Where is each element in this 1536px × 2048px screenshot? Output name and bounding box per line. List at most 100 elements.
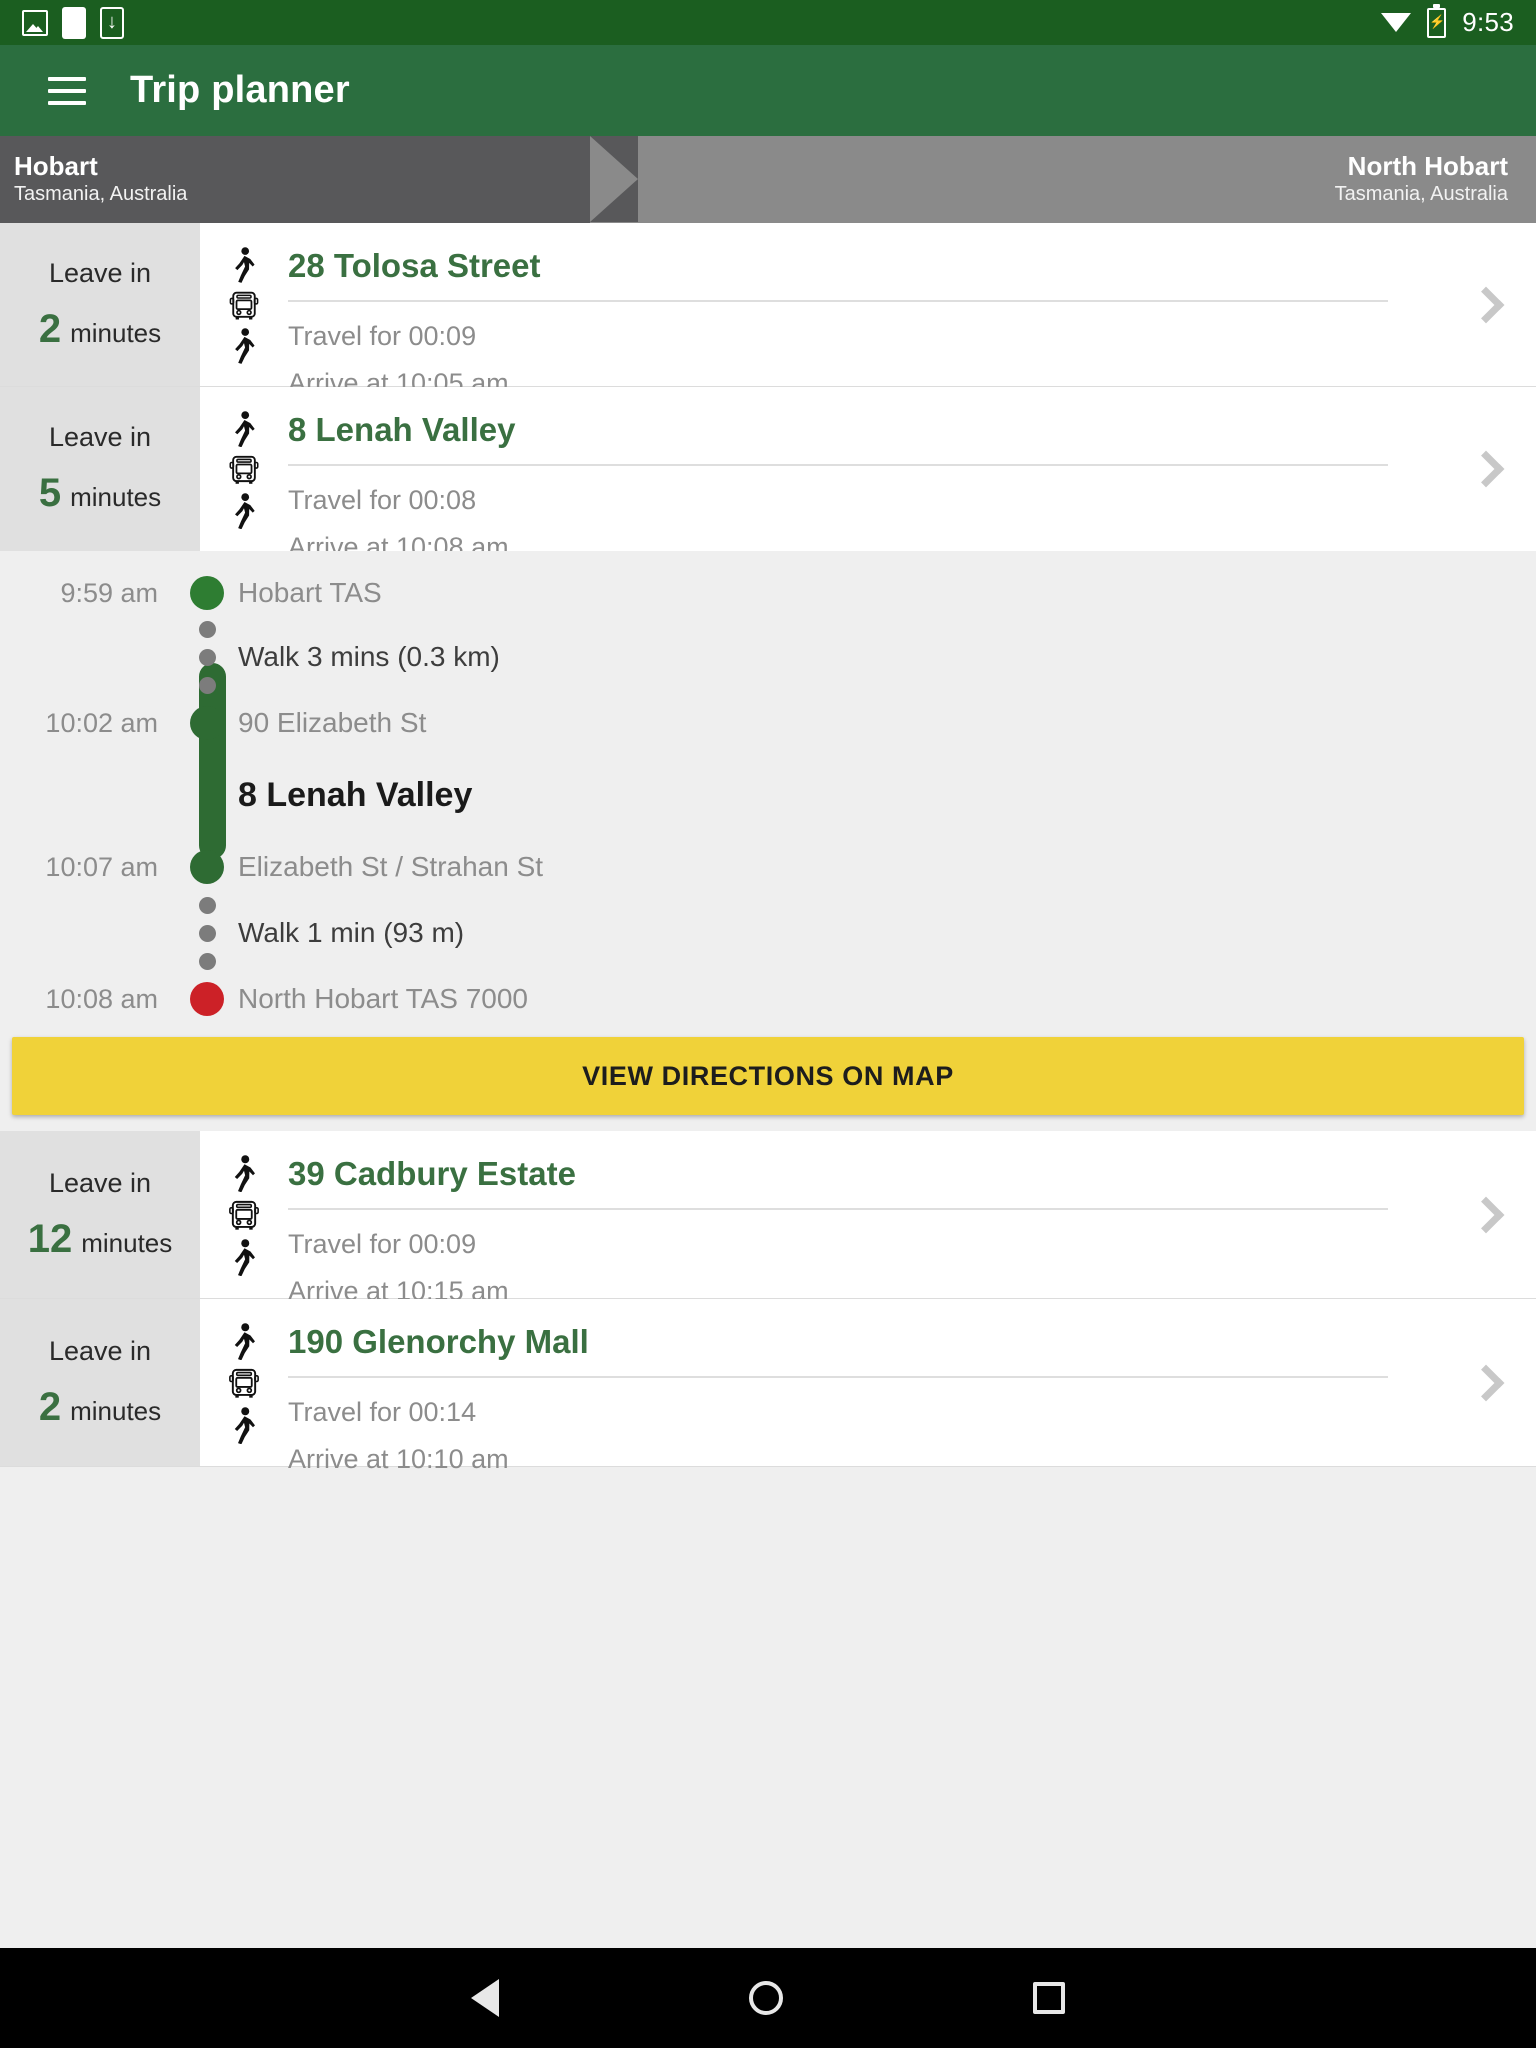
leave-in-number: 12: [27, 1216, 73, 1261]
trip-body: 8 Lenah Valley Travel for 00:08 Arrive a…: [200, 387, 1436, 562]
origin-region: Tasmania, Australia: [14, 183, 188, 206]
step-route-name: 8 Lenah Valley: [238, 775, 473, 814]
step-label: Walk 3 mins (0.3 km): [238, 641, 500, 672]
status-bar-left-icons: [22, 6, 124, 39]
status-bar-right-icons: 9:53: [1381, 3, 1514, 38]
walk-icon: [234, 1238, 255, 1276]
bus-icon: [229, 456, 259, 485]
walk-icon: [235, 492, 255, 529]
home-circle-icon[interactable]: [749, 1981, 783, 2015]
step-label: Elizabeth St / Strahan St: [238, 851, 544, 882]
walk-dot: [176, 648, 238, 666]
route-name: 190 Glenorchy Mall: [288, 1323, 589, 1360]
leave-in-block: Leave in 2 minutes: [0, 223, 200, 386]
trip-row[interactable]: Leave in 2 minutes: [0, 1299, 1536, 1474]
alight-dot: [176, 850, 238, 884]
step-label: 90 Elizabeth St: [238, 707, 427, 738]
download-to-device-icon: [100, 6, 124, 39]
route-name: 28 Tolosa Street: [288, 247, 541, 284]
travel-duration: Travel for 00:09: [288, 321, 477, 352]
walk-icon: [235, 247, 255, 283]
route-name: 8 Lenah Valley: [288, 411, 516, 448]
direction-arrow-icon: [590, 136, 638, 222]
leave-in-unit: minutes: [70, 1395, 162, 1426]
expand-trip-button[interactable]: [1436, 1131, 1536, 1298]
trip-mode-icons: [200, 245, 288, 364]
step-time: 10:07 am: [45, 851, 158, 882]
itinerary-walk-dot: [0, 893, 1536, 917]
walk-icon: [234, 1323, 255, 1361]
leave-in-label: Leave in: [48, 422, 152, 452]
itinerary-walk-dot: [0, 673, 1536, 697]
step-label: Walk 1 min (93 m): [238, 917, 465, 948]
bus-icon: [229, 1369, 259, 1399]
route-name: 39 Cadbury Estate: [288, 1155, 576, 1192]
image-icon: [22, 9, 48, 36]
board-dot: [176, 706, 238, 740]
itinerary-step: Walk 1 min (93 m): [0, 917, 1536, 949]
travel-duration: Travel for 00:14: [288, 1397, 477, 1428]
trip-row[interactable]: Leave in 12 minutes 39 Cadbury Estate Tr…: [0, 1131, 1536, 1306]
view-directions-on-map-button[interactable]: VIEW DIRECTIONS ON MAP: [12, 1037, 1524, 1115]
destination-chip[interactable]: North Hobart Tasmania, Australia: [590, 136, 1536, 223]
expand-trip-button[interactable]: [1436, 387, 1536, 551]
divider: [288, 464, 1388, 467]
end-dot: [176, 982, 238, 1016]
battery-charging-icon: [1427, 3, 1447, 38]
destination-name: North Hobart: [1347, 150, 1508, 181]
trip-planner-screen: 9:53 Trip planner Hobart Tasmania, Austr…: [0, 0, 1536, 2048]
leave-in-unit: minutes: [70, 317, 162, 348]
walk-icon: [234, 1406, 255, 1444]
leave-in-value: 2 minutes: [39, 307, 161, 352]
step-label: North Hobart TAS 7000: [238, 983, 529, 1014]
trip-mode-icons: [200, 1321, 288, 1444]
trip-body: 190 Glenorchy Mall Travel for 00:14 Arri…: [200, 1299, 1436, 1474]
trip-row[interactable]: Leave in 5 minutes 8 Lenah Valley Travel…: [0, 387, 1536, 562]
leave-in-number: 2: [38, 306, 62, 351]
origin-chip[interactable]: Hobart Tasmania, Australia: [0, 136, 590, 223]
itinerary-step: 9:59 am Hobart TAS: [0, 569, 1536, 617]
leave-in-value: 12 minutes: [28, 1217, 173, 1262]
step-time: 10:02 am: [45, 707, 158, 738]
origin-name: Hobart: [14, 150, 98, 181]
itinerary-step: 10:02 am 90 Elizabeth St: [0, 697, 1536, 749]
recents-square-icon[interactable]: [1033, 1982, 1065, 2014]
leave-in-value: 5 minutes: [39, 471, 161, 516]
chevron-right-icon: [1467, 1364, 1505, 1401]
back-triangle-icon[interactable]: [471, 1979, 499, 2017]
leave-in-number: 2: [38, 1384, 62, 1429]
itinerary-step: 10:07 am Elizabeth St / Strahan St: [0, 841, 1536, 893]
start-dot: [176, 576, 238, 610]
step-time: 9:59 am: [60, 577, 158, 608]
itinerary-step: 8 Lenah Valley: [0, 749, 1536, 841]
leave-in-block: Leave in 5 minutes: [0, 387, 200, 551]
leave-in-label: Leave in: [48, 1335, 152, 1366]
android-navigation-bar: [0, 1948, 1536, 2048]
status-bar: 9:53: [0, 0, 1536, 45]
blank-page-icon: [62, 6, 86, 39]
trip-body: 39 Cadbury Estate Travel for 00:09 Arriv…: [200, 1131, 1436, 1306]
travel-duration: Travel for 00:09: [288, 1229, 477, 1260]
leave-in-unit: minutes: [70, 482, 162, 512]
walk-icon: [235, 411, 255, 448]
chevron-right-icon: [1467, 450, 1505, 488]
trip-mode-icons: [200, 409, 288, 529]
walk-dot: [176, 924, 238, 942]
expand-trip-button[interactable]: [1436, 1299, 1536, 1466]
destination-region: Tasmania, Australia: [1334, 183, 1508, 206]
divider: [288, 1376, 1388, 1379]
bus-icon: [229, 291, 259, 320]
itinerary-walk-dot: [0, 949, 1536, 973]
trip-details: 39 Cadbury Estate Travel for 00:09 Arriv…: [288, 1153, 1436, 1306]
arrival-time: Arrive at 10:10 am: [288, 1443, 509, 1474]
itinerary-step: 10:08 am North Hobart TAS 7000: [0, 973, 1536, 1025]
status-bar-clock: 9:53: [1462, 7, 1514, 37]
trip-body: 28 Tolosa Street Travel for 00:09 Arrive…: [200, 223, 1436, 398]
leave-in-block: Leave in 12 minutes: [0, 1131, 200, 1298]
expand-trip-button[interactable]: [1436, 223, 1536, 386]
hamburger-menu-icon[interactable]: [48, 76, 86, 105]
itinerary-step: Walk 3 mins (0.3 km): [0, 641, 1536, 673]
trip-details: 28 Tolosa Street Travel for 00:09 Arrive…: [288, 245, 1436, 398]
trip-row[interactable]: Leave in 2 minutes: [0, 223, 1536, 398]
itinerary-panel: 9:59 am Hobart TAS Walk 3 mins (0.3 km) …: [0, 551, 1536, 1131]
